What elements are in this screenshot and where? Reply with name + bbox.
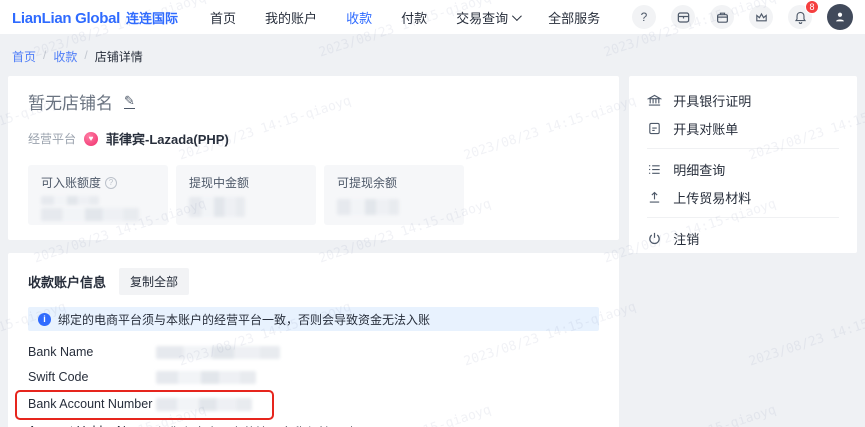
divider (647, 217, 839, 218)
notification-badge: 8 (805, 0, 819, 14)
breadcrumb: 首页 / 收款 / 店铺详情 (0, 34, 865, 76)
stat-label: 可入账额度 (41, 176, 102, 190)
nav-item-transactions[interactable]: 交易查询 (456, 8, 522, 27)
platform-value: 菲律宾-Lazada(PHP) (106, 132, 229, 147)
bank-icon (647, 93, 663, 108)
upload-icon (647, 190, 662, 205)
briefcase-icon[interactable] (710, 5, 734, 29)
chevron-down-icon (512, 10, 522, 21)
logo-text-cn: 连连国际 (126, 10, 179, 26)
breadcrumb-current: 店铺详情 (94, 50, 143, 64)
shop-name: 暂无店铺名 (28, 94, 113, 113)
action-label: 开具对账单 (673, 121, 739, 137)
stat-withdrawing-amount: 提现中金额 (176, 165, 316, 225)
action-detail-query[interactable]: 明细查询 (647, 155, 839, 183)
platform-notice-banner: i 绑定的电商平台须与本账户的经营平台一致，否则会导致资金无法入账 (28, 307, 600, 331)
masked-value (41, 208, 139, 221)
action-label: 开具银行证明 (673, 93, 752, 109)
info-icon: i (38, 312, 51, 326)
notice-text: 绑定的电商平台须与本账户的经营平台一致，否则会导致资金无法入账 (58, 312, 431, 327)
breadcrumb-home[interactable]: 首页 (12, 48, 36, 65)
masked-value (156, 370, 256, 384)
action-bank-certificate[interactable]: 开具银行证明 (647, 86, 839, 114)
action-label: 明细查询 (673, 162, 726, 178)
row-swift-code: Swift Code (28, 370, 599, 384)
nav-item-my-account[interactable]: 我的账户 (265, 8, 317, 27)
lazada-icon: ♥ (84, 131, 99, 146)
row-value: 与您在电商平台的注册名称保持一致 (156, 422, 356, 427)
breadcrumb-separator: / (84, 48, 88, 62)
page-content: 暂无店铺名 ✎ 经营平台 ♥ 菲律宾-Lazada(PHP) 可入账额度 ? 提… (0, 76, 865, 427)
masked-value (337, 199, 399, 215)
masked-value (41, 196, 99, 205)
receiving-account-card: 收款账户信息 复制全部 i 绑定的电商平台须与本账户的经营平台一致，否则会导致资… (8, 253, 620, 427)
divider (647, 148, 839, 149)
crown-icon[interactable] (749, 5, 773, 29)
logo-text-en: LianLian Global (12, 9, 121, 27)
bell-icon[interactable]: 8 (788, 0, 819, 29)
stat-label: 可提现余额 (337, 176, 398, 190)
wallet-icon[interactable] (671, 5, 695, 29)
masked-value (189, 197, 245, 217)
statement-icon (647, 121, 662, 136)
stat-credit-limit: 可入账额度 ? (28, 165, 168, 225)
row-label: Bank Name (28, 345, 94, 359)
stat-withdrawable-balance: 可提现余额 (324, 165, 464, 225)
row-label: Bank Account Number (28, 397, 153, 411)
breadcrumb-separator: / (43, 48, 47, 62)
nav-item-transactions-label: 交易查询 (456, 10, 509, 26)
action-label: 注销 (673, 231, 700, 247)
action-label: 上传贸易材料 (673, 190, 752, 206)
row-bank-name: Bank Name (28, 345, 599, 359)
lianlian-logo[interactable]: LianLian Global 连连国际 (12, 8, 178, 27)
action-logout[interactable]: 注销 (647, 224, 839, 252)
breadcrumb-receive[interactable]: 收款 (53, 48, 77, 65)
nav-utilities: ? 8 (632, 0, 853, 30)
action-statement[interactable]: 开具对账单 (647, 114, 839, 142)
user-avatar[interactable] (827, 4, 853, 30)
row-bank-account-number: Bank Account Number (14, 390, 599, 420)
actions-card: 开具银行证明 开具对账单 明细查询 上传贸易材料 注销 (629, 76, 857, 253)
power-icon (647, 231, 662, 246)
main-menu: 首页 我的账户 收款 付款 交易查询 全部服务 (210, 8, 600, 27)
stats-row: 可入账额度 ? 提现中金额 可提现余额 (28, 165, 599, 225)
edit-pencil-icon[interactable]: ✎ (124, 94, 135, 109)
masked-value (156, 397, 252, 411)
left-column: 暂无店铺名 ✎ 经营平台 ♥ 菲律宾-Lazada(PHP) 可入账额度 ? 提… (8, 76, 620, 427)
section-title: 收款账户信息 (28, 275, 107, 290)
top-nav: LianLian Global 连连国际 首页 我的账户 收款 付款 交易查询 … (0, 0, 865, 34)
action-upload-trade-materials[interactable]: 上传贸易材料 (647, 183, 839, 211)
question-circle-icon[interactable]: ? (105, 176, 118, 189)
shop-summary-card: 暂无店铺名 ✎ 经营平台 ♥ 菲律宾-Lazada(PHP) 可入账额度 ? 提… (8, 76, 620, 240)
copy-all-button[interactable]: 复制全部 (119, 268, 190, 295)
nav-item-all-services[interactable]: 全部服务 (548, 8, 600, 27)
help-icon[interactable]: ? (632, 5, 656, 29)
platform-label: 经营平台 (28, 132, 77, 146)
nav-item-pay[interactable]: 付款 (401, 8, 427, 27)
row-label: Swift Code (28, 370, 89, 384)
nav-item-home[interactable]: 首页 (210, 8, 236, 27)
masked-value (156, 345, 280, 359)
list-icon (647, 162, 662, 177)
stat-label: 提现中金额 (189, 176, 250, 190)
nav-item-receive[interactable]: 收款 (346, 8, 372, 27)
